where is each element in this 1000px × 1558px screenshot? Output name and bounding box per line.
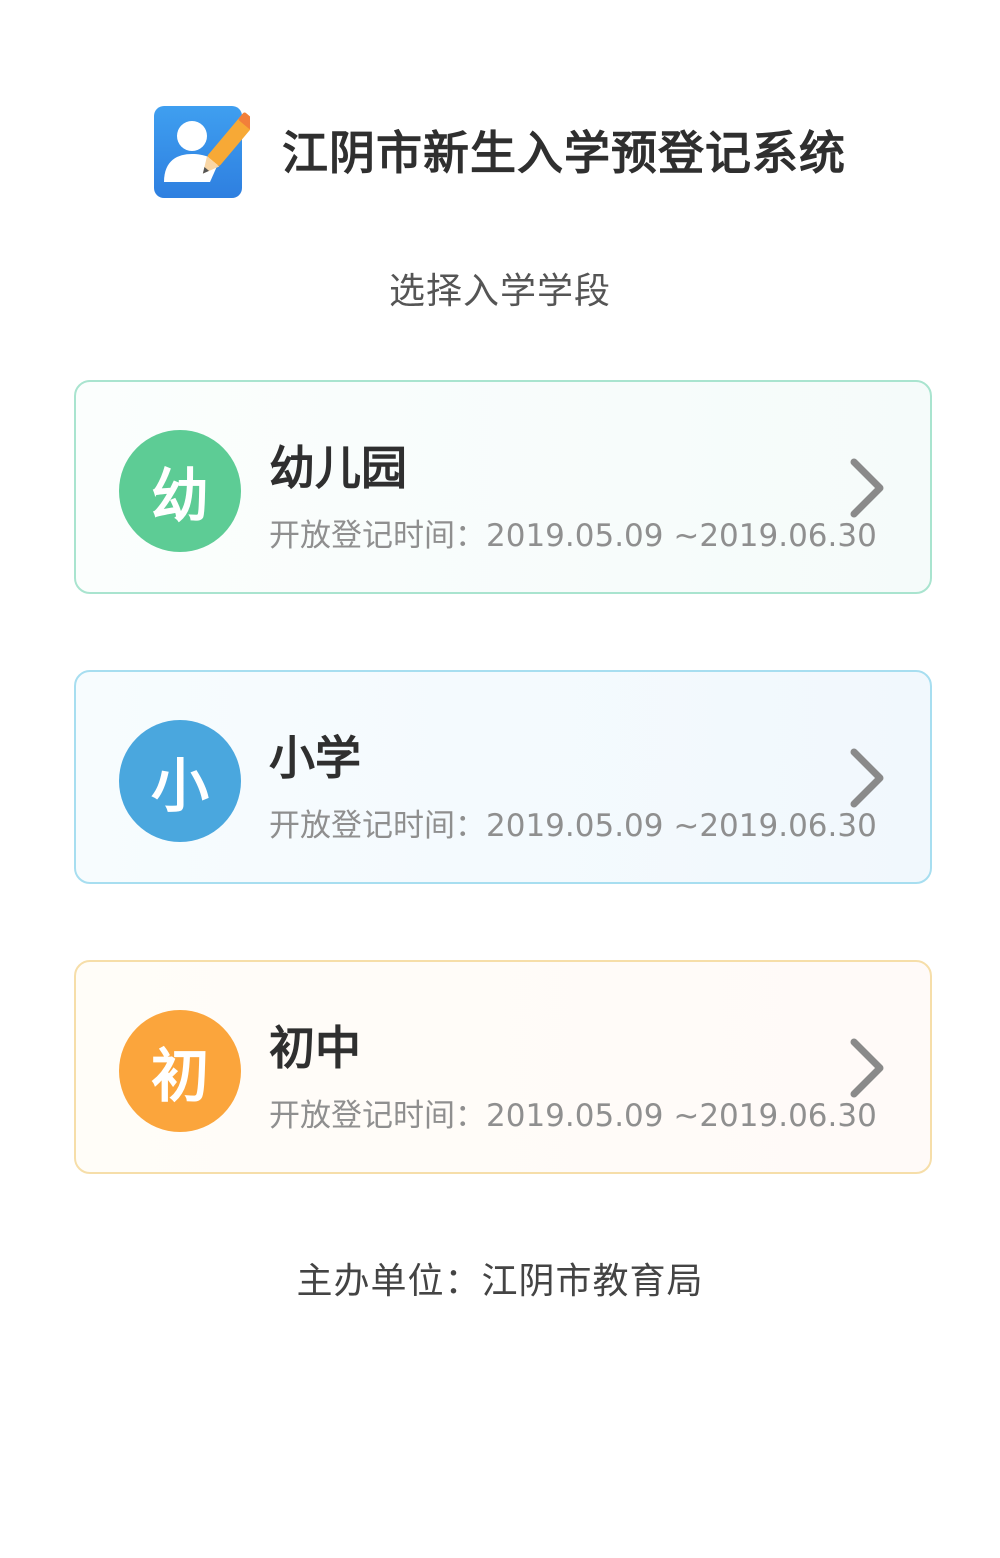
- stage-name: 小学: [269, 731, 361, 785]
- user-edit-icon: [154, 106, 250, 198]
- period-label: 开放登记时间：: [269, 518, 486, 554]
- section-subtitle: 选择入学学段: [388, 271, 611, 312]
- period-label: 开放登记时间：: [269, 1098, 486, 1134]
- page: 江阴市新生入学预登记系统 选择入学学段 幼 幼儿园 开放登记时间：2019.05…: [0, 0, 1000, 1558]
- chevron-right-icon: [850, 458, 884, 518]
- organizer-label: 主办单位：: [296, 1261, 482, 1302]
- organizer-footer: 主办单位：江阴市教育局: [0, 1252, 1000, 1304]
- stage-card-junior-high[interactable]: 初 初中 开放登记时间：2019.05.09 ~2019.06.30: [74, 960, 932, 1174]
- period-value: 2019.05.09 ~2019.06.30: [486, 518, 877, 554]
- stage-badge: 初: [119, 1010, 241, 1132]
- app-header: 江阴市新生入学预登记系统: [0, 100, 1000, 200]
- stage-name: 幼儿园: [269, 441, 407, 495]
- stage-period: 开放登记时间：2019.05.09 ~2019.06.30: [269, 800, 877, 845]
- period-value: 2019.05.09 ~2019.06.30: [486, 1098, 877, 1134]
- stage-card-kindergarten[interactable]: 幼 幼儿园 开放登记时间：2019.05.09 ~2019.06.30: [74, 380, 932, 594]
- stage-period: 开放登记时间：2019.05.09 ~2019.06.30: [269, 1090, 877, 1135]
- app-title: 江阴市新生入学预登记系统: [282, 126, 846, 180]
- stage-period: 开放登记时间：2019.05.09 ~2019.06.30: [269, 510, 877, 555]
- chevron-right-icon: [850, 1038, 884, 1098]
- period-value: 2019.05.09 ~2019.06.30: [486, 808, 877, 844]
- chevron-right-icon: [850, 748, 884, 808]
- stage-badge: 幼: [119, 430, 241, 552]
- stage-name: 初中: [269, 1021, 361, 1075]
- organizer-name: 江阴市教育局: [481, 1261, 704, 1302]
- period-label: 开放登记时间：: [269, 808, 486, 844]
- stage-badge: 小: [119, 720, 241, 842]
- stage-card-primary[interactable]: 小 小学 开放登记时间：2019.05.09 ~2019.06.30: [74, 670, 932, 884]
